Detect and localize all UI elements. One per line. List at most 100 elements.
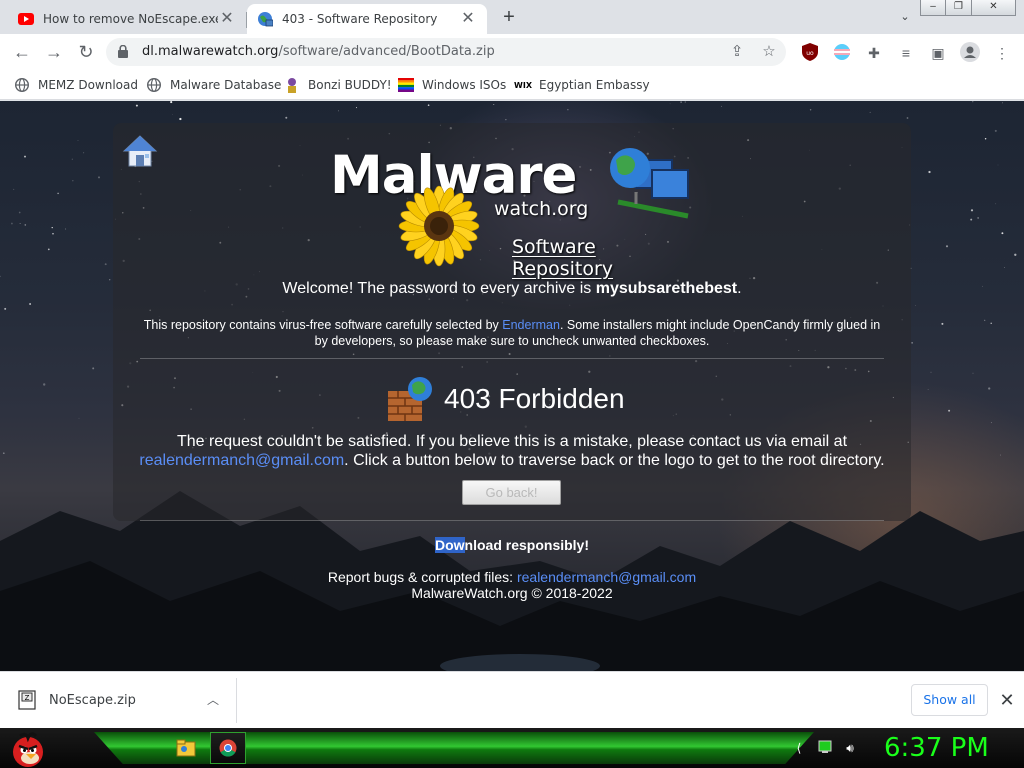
bookmark-bonzi-buddy[interactable]: Bonzi BUDDY! xyxy=(284,76,392,94)
download-item[interactable]: Z NoEscape.zip xyxy=(18,689,136,711)
page-content: Malware watch.org Software Repository We… xyxy=(0,101,1024,671)
tab-title: How to remove NoEscape.exe [D xyxy=(43,12,218,26)
error-msg-prefix: The request couldn't be satisfied. If yo… xyxy=(176,433,848,450)
archive-password: mysubsarethebest xyxy=(595,280,738,297)
welcome-prefix: Welcome! The password to every archive i… xyxy=(282,280,596,297)
error-msg-suffix: . Click a button below to traverse back … xyxy=(344,452,885,469)
enderman-link[interactable]: Enderman xyxy=(502,318,560,332)
tab-youtube[interactable]: How to remove NoEscape.exe [D ✕ xyxy=(8,4,246,34)
globe-icon xyxy=(257,11,273,27)
restore-button[interactable]: ❐ xyxy=(946,0,972,16)
tray-expand-icon[interactable]: ⟨ xyxy=(791,740,807,756)
close-tab-icon[interactable]: ✕ xyxy=(459,10,477,28)
bookmark-memz-download[interactable]: MEMZ Download xyxy=(14,76,138,94)
svg-text:Z: Z xyxy=(25,694,30,702)
new-tab-button[interactable]: + xyxy=(498,6,520,28)
bookmark-label: Windows ISOs xyxy=(422,78,507,92)
folder-icon xyxy=(176,739,196,757)
bookmark-star-icon[interactable]: ☆ xyxy=(760,44,778,60)
lock-icon xyxy=(118,45,128,58)
start-button-angry-bird-icon[interactable] xyxy=(6,728,48,768)
welcome-message: Welcome! The password to every archive i… xyxy=(113,280,911,298)
logo-sub-text: watch.org xyxy=(494,198,589,220)
pride-flag-extension-icon[interactable] xyxy=(833,43,851,61)
home-icon[interactable] xyxy=(122,134,158,168)
divider xyxy=(140,520,884,521)
error-heading: 403 Forbidden xyxy=(386,375,625,423)
tab-strip: How to remove NoEscape.exe [D ✕ 403 - So… xyxy=(0,0,1024,34)
bookmark-label: Egyptian Embassy xyxy=(539,78,650,92)
sunflower-icon xyxy=(398,185,480,267)
network-icon[interactable] xyxy=(817,740,833,756)
download-responsibly-rest: nload responsibly! xyxy=(464,537,590,553)
reload-icon[interactable]: ↻ xyxy=(75,41,97,63)
taskbar: ⟨ 🔊︎ 6:37 PM xyxy=(0,728,1024,768)
taskbar-clock[interactable]: 6:37 PM xyxy=(884,732,994,764)
report-prefix: Report bugs & corrupted files: xyxy=(327,569,517,585)
window-controls: – ❐ ✕ xyxy=(920,0,1016,16)
url-text: dl.malwarewatch.org/software/advanced/Bo… xyxy=(142,44,495,59)
window-close-button[interactable]: ✕ xyxy=(972,0,1016,16)
minimize-button[interactable]: – xyxy=(920,0,946,16)
share-icon[interactable]: ⇪ xyxy=(728,44,746,60)
bookmark-egyptian-embassy[interactable]: WIX Egyptian Embassy xyxy=(514,76,650,94)
zip-file-icon: Z xyxy=(18,690,36,710)
downloads-bar: Z NoEscape.zip ︿ Show all ✕ xyxy=(0,671,1024,728)
taskbar-chrome[interactable] xyxy=(210,732,246,764)
wix-icon: WIX xyxy=(514,80,532,90)
tab-software-repository[interactable]: 403 - Software Repository ✕ xyxy=(247,4,487,34)
show-all-downloads-button[interactable]: Show all xyxy=(911,684,988,716)
download-filename: NoEscape.zip xyxy=(49,692,136,708)
bookmark-windows-isos[interactable]: Windows ISOs xyxy=(398,76,506,94)
welcome-suffix: . xyxy=(737,280,742,297)
browser-toolbar: ← → ↻ dl.malwarewatch.org/software/advan… xyxy=(0,34,1024,70)
footer: Report bugs & corrupted files: realender… xyxy=(113,569,911,601)
youtube-icon xyxy=(18,11,34,27)
globe-icon xyxy=(146,77,162,93)
taskbar-file-explorer[interactable] xyxy=(168,732,204,764)
error-title: 403 Forbidden xyxy=(444,383,625,414)
url-host: dl.malwarewatch.org xyxy=(142,44,279,59)
bookmark-label: Malware Database xyxy=(170,78,282,92)
error-message: The request couldn't be satisfied. If yo… xyxy=(130,432,894,470)
bonzi-icon xyxy=(284,77,300,93)
network-globe-icon xyxy=(610,148,689,219)
svg-text:uo: uo xyxy=(806,50,814,57)
extensions-puzzle-icon[interactable]: ✚ xyxy=(865,44,883,62)
malwarewatch-logo[interactable]: Malware watch.org Software Repository xyxy=(330,146,700,280)
copyright: MalwareWatch.org © 2018-2022 xyxy=(411,585,613,601)
side-panel-icon[interactable]: ▣ xyxy=(929,44,947,62)
report-line: Report bugs & corrupted files: realender… xyxy=(113,569,911,585)
chevron-up-icon[interactable]: ︿ xyxy=(205,692,221,708)
profile-avatar-icon[interactable] xyxy=(960,42,980,62)
tab-title: 403 - Software Repository xyxy=(282,12,438,26)
download-responsibly-text: Download responsibly! xyxy=(113,537,911,553)
logo-tagline: Software Repository xyxy=(512,236,614,280)
forward-arrow-icon[interactable]: → xyxy=(43,41,65,63)
repository-description: This repository contains virus-free soft… xyxy=(140,317,884,349)
media-queue-icon[interactable]: ≡ xyxy=(897,44,915,62)
ublock-origin-icon[interactable]: uo xyxy=(801,43,819,61)
back-arrow-icon[interactable]: ← xyxy=(11,41,33,63)
chrome-icon xyxy=(219,739,237,757)
bookmarks-bar: MEMZ Download Malware Database Bonzi BUD… xyxy=(0,70,1024,100)
go-back-button[interactable]: Go back! xyxy=(462,480,561,505)
tab-search-chevron-icon[interactable]: ⌄ xyxy=(896,8,914,26)
repo-prefix: This repository contains virus-free soft… xyxy=(143,318,503,332)
bookmark-label: Bonzi BUDDY! xyxy=(308,78,392,92)
address-bar[interactable]: dl.malwarewatch.org/software/advanced/Bo… xyxy=(106,38,786,66)
close-downloads-bar-icon[interactable]: ✕ xyxy=(997,690,1017,710)
report-email-link[interactable]: realendermanch@gmail.com xyxy=(517,569,696,585)
bookmark-malware-database[interactable]: Malware Database xyxy=(146,76,281,94)
contact-email-link[interactable]: realendermanch@gmail.com xyxy=(139,452,344,469)
divider xyxy=(140,358,884,359)
selected-text: Dow xyxy=(434,537,465,553)
bookmark-label: MEMZ Download xyxy=(38,78,138,92)
close-tab-icon[interactable]: ✕ xyxy=(218,10,236,28)
volume-icon[interactable]: 🔊︎ xyxy=(842,740,858,756)
chrome-menu-icon[interactable]: ⋮ xyxy=(993,44,1011,62)
firewall-icon xyxy=(388,377,432,421)
rainbow-flag-icon xyxy=(398,77,414,93)
globe-icon xyxy=(14,77,30,93)
url-path: /software/advanced/BootData.zip xyxy=(278,44,495,59)
